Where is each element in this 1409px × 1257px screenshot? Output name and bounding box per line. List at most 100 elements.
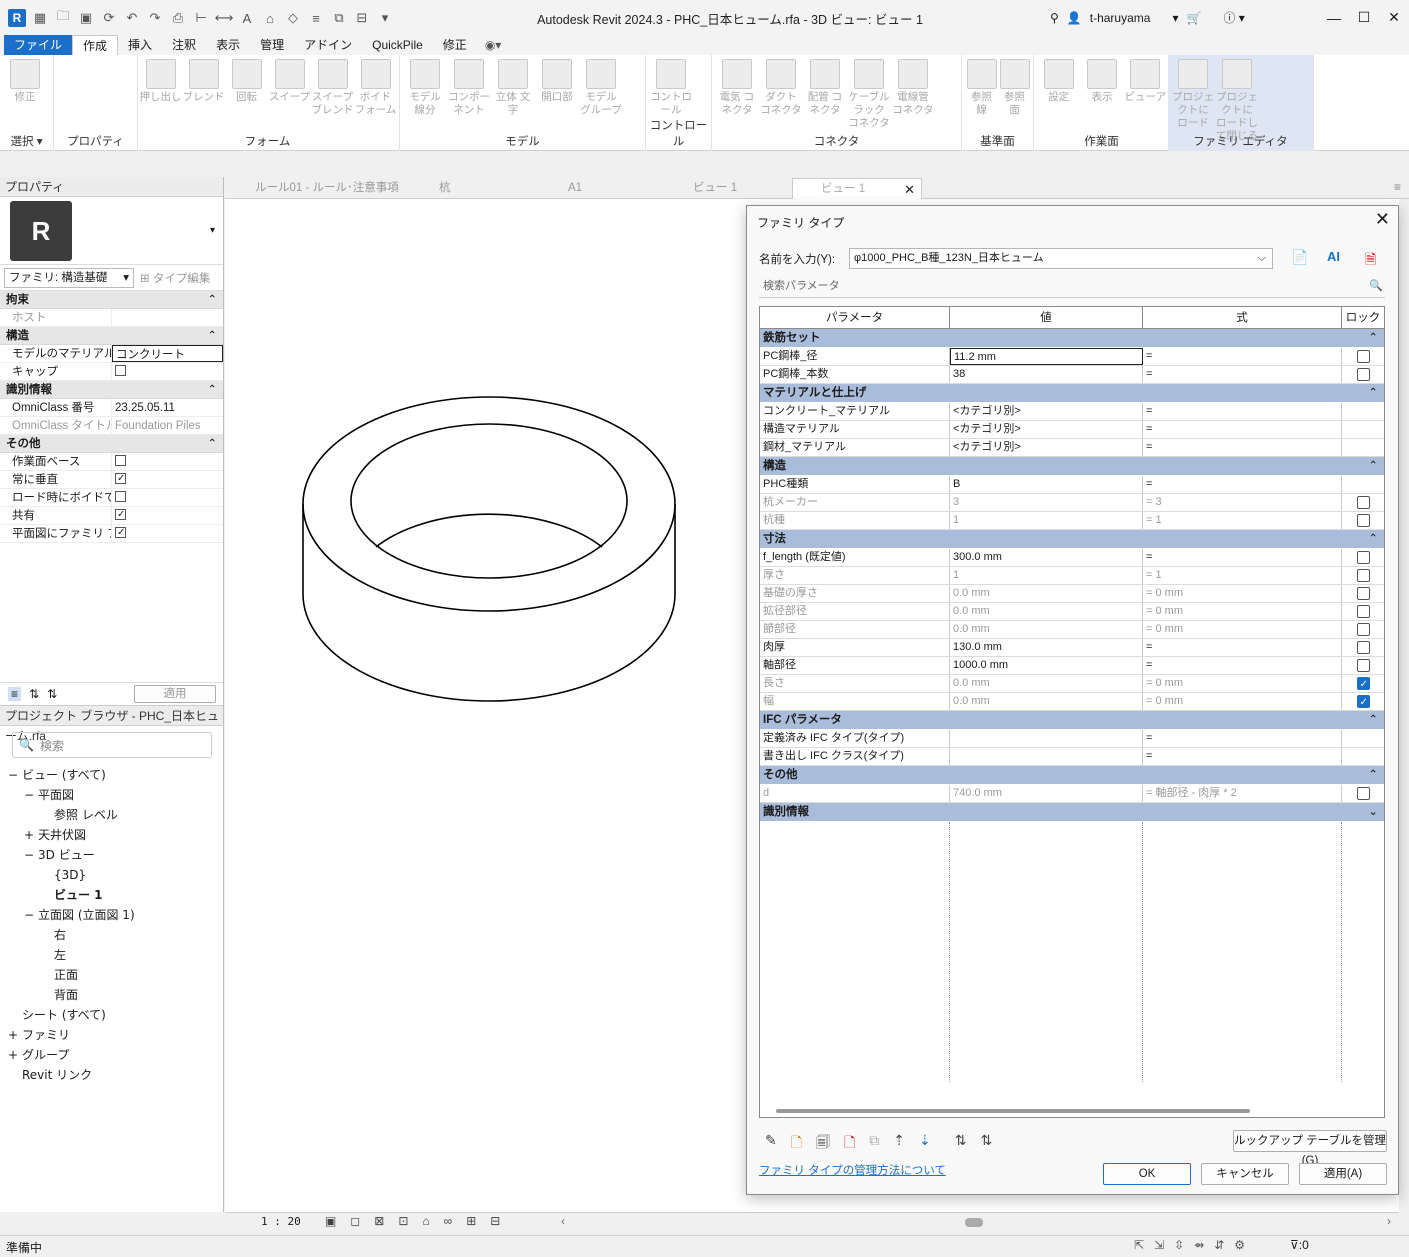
parameter-formula[interactable]: = <box>1143 748 1342 765</box>
parameter-formula[interactable]: = <box>1143 657 1342 674</box>
tab-rule01[interactable]: ルール01 - ルール･注意事項 <box>227 178 407 199</box>
sync-icon[interactable]: ⟳ <box>100 9 118 27</box>
parameter-section[interactable]: 識別情報 ⌄ <box>760 803 1384 822</box>
tab-a1[interactable]: A1 <box>540 178 660 199</box>
ribbon-button[interactable]: 電線管 コネクタ <box>891 59 935 117</box>
ribbon-tab[interactable]: 注釈 <box>162 35 206 55</box>
sort-descending-icon[interactable]: ⇅ <box>980 1132 992 1156</box>
new-parameter-icon[interactable]: 🗋 <box>791 1132 802 1156</box>
parameter-formula[interactable]: = 0 mm <box>1143 603 1342 620</box>
parameter-value[interactable]: <カテゴリ別> <box>950 439 1143 456</box>
sort-asc-icon[interactable]: ⇅ <box>29 687 39 701</box>
ribbon-tab[interactable]: 修正 <box>433 35 477 55</box>
maximize-icon[interactable]: ☐ <box>1349 0 1379 35</box>
ribbon-button[interactable]: 設定 <box>1037 59 1080 104</box>
undo-icon[interactable]: ↶ <box>123 9 141 27</box>
ribbon-button[interactable]: ケーブル ラック コネクタ <box>847 59 891 130</box>
parameter-value[interactable]: 11.2 mm <box>950 348 1143 365</box>
property-checkbox[interactable] <box>115 524 126 542</box>
rename-type-icon[interactable]: AI <box>1327 249 1340 264</box>
ribbon-button[interactable]: モデル グループ <box>579 59 623 117</box>
chevron-up-icon[interactable]: ⌃ <box>1368 711 1378 730</box>
ribbon-button[interactable]: 開口部 <box>535 59 579 104</box>
type-selector[interactable]: R ▾ <box>0 197 223 265</box>
ribbon-button[interactable]: ボイド フォーム <box>354 59 397 117</box>
close-icon[interactable]: ✕ <box>1379 0 1409 35</box>
text-icon[interactable]: A <box>238 9 256 27</box>
lock-checkbox[interactable] <box>1356 368 1370 381</box>
parameter-formula[interactable]: = <box>1143 348 1342 365</box>
tab-view1-a[interactable]: ビュー 1 <box>665 178 785 199</box>
sort-desc-icon[interactable]: ⇅ <box>47 687 57 701</box>
parameter-value[interactable]: 0.0 mm <box>950 693 1143 710</box>
parameter-value[interactable]: 0.0 mm <box>950 621 1143 638</box>
browser-tree-item[interactable]: 右 <box>0 925 223 945</box>
ribbon-button[interactable]: コントロール <box>649 59 693 117</box>
header-parameter[interactable]: パラメータ <box>760 307 950 328</box>
browser-tree-item[interactable]: + グループ <box>0 1045 223 1065</box>
browser-tree-item[interactable]: ビュー 1 <box>0 885 223 905</box>
parameter-search-input[interactable]: 検索パラメータ 🔍 <box>759 276 1385 298</box>
ribbon-tab[interactable]: QuickPile <box>362 35 433 55</box>
ribbon-button[interactable]: 配管 コネクタ <box>803 59 847 117</box>
browser-tree-item[interactable]: 正面 <box>0 965 223 985</box>
chevron-up-icon[interactable]: ⌃ <box>1368 766 1378 785</box>
parameter-formula[interactable]: = <box>1143 366 1342 383</box>
property-value[interactable]: 23.25.05.11 <box>112 399 223 416</box>
parameter-formula[interactable]: = 0 mm <box>1143 621 1342 638</box>
measure-icon[interactable]: ⊢ <box>192 9 210 27</box>
property-checkbox[interactable] <box>115 470 126 488</box>
close-hidden-icon[interactable]: ⧉ <box>330 9 348 27</box>
parameter-section[interactable]: 鉄筋セット ⌃ <box>760 329 1384 348</box>
parameter-formula[interactable]: = <box>1143 730 1342 747</box>
selection-icons[interactable]: ⇱⇲⇳⇴⇵⚙ <box>1134 1238 1255 1252</box>
chevron-up-icon[interactable]: ⌃ <box>1368 329 1378 348</box>
ribbon-button[interactable]: スイープ ブレンド <box>311 59 354 117</box>
browser-tree-item[interactable]: 左 <box>0 945 223 965</box>
scroll-left-icon[interactable]: ‹ <box>561 1214 565 1228</box>
parameter-section[interactable]: マテリアルと仕上げ ⌃ <box>760 384 1384 403</box>
parameter-value[interactable] <box>950 748 1143 765</box>
property-checkbox[interactable] <box>115 506 126 524</box>
expand-toggle-icon[interactable]: − <box>24 905 38 925</box>
tab-menu-icon[interactable]: ≡ <box>1394 180 1401 194</box>
ribbon-button[interactable]: 電気 コネクタ <box>715 59 759 117</box>
ribbon-button[interactable]: ダクト コネクタ <box>759 59 803 117</box>
copy-parameter-icon[interactable]: ⧉ <box>869 1132 879 1156</box>
browser-tree-item[interactable]: − 立面図 (立面図 1) <box>0 905 223 925</box>
ribbon-button[interactable]: プロジェクトに ロード <box>1171 59 1215 130</box>
lock-checkbox[interactable] <box>1356 569 1370 582</box>
property-value[interactable] <box>112 470 223 488</box>
parameter-formula[interactable]: = 0 mm <box>1143 693 1342 710</box>
revit-logo-icon[interactable]: R <box>8 9 26 27</box>
grid-horizontal-scrollbar[interactable] <box>776 1109 1250 1113</box>
parameter-formula[interactable]: = <box>1143 476 1342 493</box>
expand-toggle-icon[interactable]: − <box>24 785 38 805</box>
parameter-formula[interactable]: = 1 <box>1143 512 1342 529</box>
delete-type-icon[interactable]: 🗎 <box>1365 249 1376 273</box>
tab-pile[interactable]: 杭 <box>411 178 531 199</box>
ribbon-tab[interactable]: 作成 <box>72 35 119 55</box>
chevron-down-icon[interactable]: ⌄ <box>1368 803 1378 822</box>
apply-dialog-button[interactable]: 適用(A) <box>1299 1163 1387 1185</box>
parameter-formula[interactable]: = <box>1143 549 1342 566</box>
ribbon-button[interactable]: 立体 文字 <box>491 59 535 117</box>
ribbon-button[interactable]: 回転 <box>225 59 268 104</box>
property-value[interactable] <box>112 363 223 380</box>
ribbon-button[interactable]: 押し出し <box>139 59 182 104</box>
expand-toggle-icon[interactable]: + <box>8 1025 22 1045</box>
lock-checkbox[interactable] <box>1356 694 1370 710</box>
save-icon[interactable]: ▣ <box>77 9 95 27</box>
thin-lines-icon[interactable]: ≡ <box>307 9 325 27</box>
browser-tree-item[interactable]: シート (すべて) <box>0 1005 223 1025</box>
property-value[interactable] <box>112 309 223 326</box>
lock-checkbox[interactable] <box>1356 551 1370 564</box>
header-lock[interactable]: ロック <box>1342 307 1384 328</box>
parameter-value[interactable] <box>950 730 1143 747</box>
property-value[interactable] <box>112 506 223 524</box>
browser-tree-item[interactable]: Revit リンク <box>0 1065 223 1085</box>
parameter-value[interactable]: 1000.0 mm <box>950 657 1143 674</box>
ribbon-button[interactable]: 修正 <box>3 59 47 104</box>
chevron-up-icon[interactable]: ⌃ <box>1368 384 1378 403</box>
move-down-icon[interactable]: ⇣ <box>919 1132 931 1156</box>
